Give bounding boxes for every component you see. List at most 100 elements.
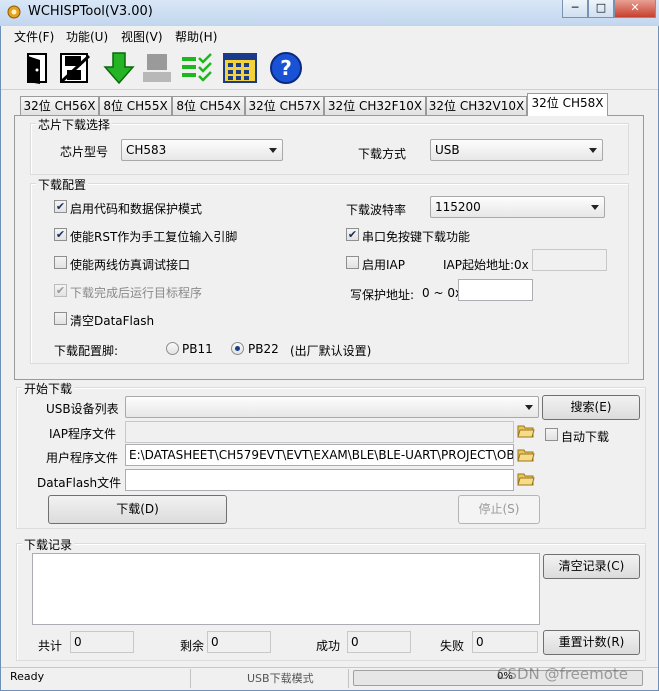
status-separator [348, 669, 349, 688]
total-value: 0 [70, 631, 134, 653]
chevron-down-icon [589, 148, 597, 153]
app-gear-icon [7, 5, 21, 19]
log-group-label: 下载记录 [22, 536, 75, 553]
clear-log-button[interactable]: 清空记录(C) [543, 554, 640, 579]
two-wire-checkbox[interactable] [54, 256, 67, 269]
baud-value: 115200 [435, 200, 481, 214]
menu-function[interactable]: 功能(U) [66, 28, 108, 45]
iap-checkbox[interactable] [346, 256, 359, 269]
serial-nokey-checkbox[interactable]: ✔ [346, 228, 359, 241]
menu-view[interactable]: 视图(V) [121, 28, 163, 45]
write-protect-input[interactable] [458, 279, 533, 301]
status-separator [190, 669, 191, 688]
baud-select[interactable]: 115200 [430, 196, 605, 218]
menu-help[interactable]: 帮助(H) [175, 28, 217, 45]
success-label: 成功 [316, 639, 341, 653]
remain-label: 剩余 [180, 639, 205, 653]
dataflash-file-input[interactable] [125, 469, 514, 491]
window-title: WCHISPTool(V3.00) [28, 4, 153, 19]
chip-model-select[interactable]: CH583 [121, 139, 283, 161]
protect-checkbox[interactable]: ✔ [54, 200, 67, 213]
success-value: 0 [347, 631, 411, 653]
folder-open-icon[interactable] [517, 424, 535, 438]
rst-label: 使能RST作为手工复位输入引脚 [70, 230, 238, 244]
download-mode-select[interactable]: USB [430, 139, 603, 161]
iap-file-input[interactable] [125, 421, 514, 443]
protect-label: 启用代码和数据保护模式 [70, 202, 203, 216]
tab-ch32f10x[interactable]: 32位 CH32F10X [324, 96, 426, 115]
log-textarea[interactable] [32, 553, 540, 625]
user-file-label: 用户程序文件 [46, 451, 119, 465]
baud-label: 下载波特率 [346, 203, 407, 217]
fail-value: 0 [472, 631, 538, 653]
reset-count-button[interactable]: 重置计数(R) [543, 630, 640, 655]
remain-value: 0 [207, 631, 271, 653]
help-icon[interactable]: ? [268, 50, 304, 86]
download-group-label: 开始下载 [22, 380, 75, 397]
write-protect-label: 写保护地址: [350, 288, 415, 302]
run-after-label: 下载完成后运行目标程序 [70, 286, 203, 300]
iap-addr-input[interactable] [532, 249, 607, 271]
erase-chip-icon[interactable] [57, 50, 93, 86]
auto-download-label: 自动下载 [561, 430, 610, 444]
two-wire-label: 使能两线仿真调试接口 [70, 258, 191, 272]
pb11-label: PB11 [182, 342, 213, 356]
download-arrow-icon[interactable] [101, 50, 137, 86]
download-mode-label: 下载方式 [358, 147, 407, 161]
chip-select-group-label: 芯片下载选择 [36, 116, 113, 133]
pb11-radio[interactable] [166, 342, 179, 355]
watermark: CSDN @freemote [497, 665, 629, 683]
clear-dataflash-label: 清空DataFlash [70, 314, 155, 328]
pin-label: 下载配置脚: [54, 344, 119, 358]
open-door-icon[interactable] [20, 50, 56, 86]
minimize-button[interactable]: ─ [562, 0, 588, 18]
folder-open-icon[interactable] [517, 472, 535, 486]
stop-button[interactable]: 停止(S) [458, 495, 540, 524]
usb-list-label: USB设备列表 [46, 402, 119, 416]
tab-ch54x[interactable]: 8位 CH54X [172, 96, 245, 115]
tab-ch55x[interactable]: 8位 CH55X [99, 96, 172, 115]
write-protect-range: 0 ~ 0x [422, 286, 463, 300]
close-button[interactable]: ✕ [614, 0, 656, 18]
chevron-down-icon [525, 405, 533, 410]
serial-nokey-label: 串口免按键下载功能 [362, 230, 471, 244]
pb22-label: PB22 [248, 342, 279, 356]
rst-checkbox[interactable]: ✔ [54, 228, 67, 241]
chip-model-label: 芯片型号 [60, 145, 109, 159]
user-file-input[interactable]: E:\DATASHEET\CH579EVT\EVT\EXAM\BLE\BLE-U… [125, 444, 514, 466]
tab-ch58x[interactable]: 32位 CH58X [527, 93, 608, 116]
iap-addr-label: IAP起始地址:0x [443, 258, 529, 272]
download-mode-value: USB [435, 143, 460, 157]
clear-dataflash-checkbox[interactable] [54, 312, 67, 325]
pb22-radio[interactable] [231, 342, 244, 355]
menu-file[interactable]: 文件(F) [14, 28, 54, 45]
usb-device-select[interactable] [125, 396, 539, 418]
dataflash-file-label: DataFlash文件 [37, 476, 122, 490]
auto-download-checkbox[interactable] [545, 428, 558, 441]
keypad-icon[interactable] [222, 50, 258, 86]
help-glyph: ? [280, 56, 292, 80]
iap-file-label: IAP程序文件 [49, 427, 116, 441]
device-icon[interactable] [139, 50, 175, 86]
maximize-button[interactable]: □ [588, 0, 614, 18]
config-group-label: 下载配置 [36, 176, 89, 193]
status-mode: USB下载模式 [247, 672, 314, 685]
chevron-down-icon [269, 148, 277, 153]
download-button[interactable]: 下载(D) [48, 495, 227, 524]
verify-list-icon[interactable] [179, 50, 215, 86]
title-bar[interactable]: WCHISPTool(V3.00) ─ □ ✕ [0, 0, 659, 26]
chevron-down-icon [591, 205, 599, 210]
fail-label: 失败 [440, 639, 465, 653]
tab-ch32v10x[interactable]: 32位 CH32V10X [426, 96, 527, 115]
iap-label: 启用IAP [362, 258, 405, 272]
run-after-checkbox[interactable]: ✔ [54, 284, 67, 297]
tab-ch56x[interactable]: 32位 CH56X [20, 96, 99, 115]
total-label: 共计 [38, 639, 63, 653]
toolbar [1, 46, 658, 90]
folder-open-icon[interactable] [517, 448, 535, 462]
tab-ch57x[interactable]: 32位 CH57X [245, 96, 324, 115]
status-ready: Ready [10, 670, 45, 683]
search-button[interactable]: 搜索(E) [542, 395, 640, 420]
pb22-note: (出厂默认设置) [290, 344, 372, 358]
chip-model-value: CH583 [126, 143, 167, 157]
